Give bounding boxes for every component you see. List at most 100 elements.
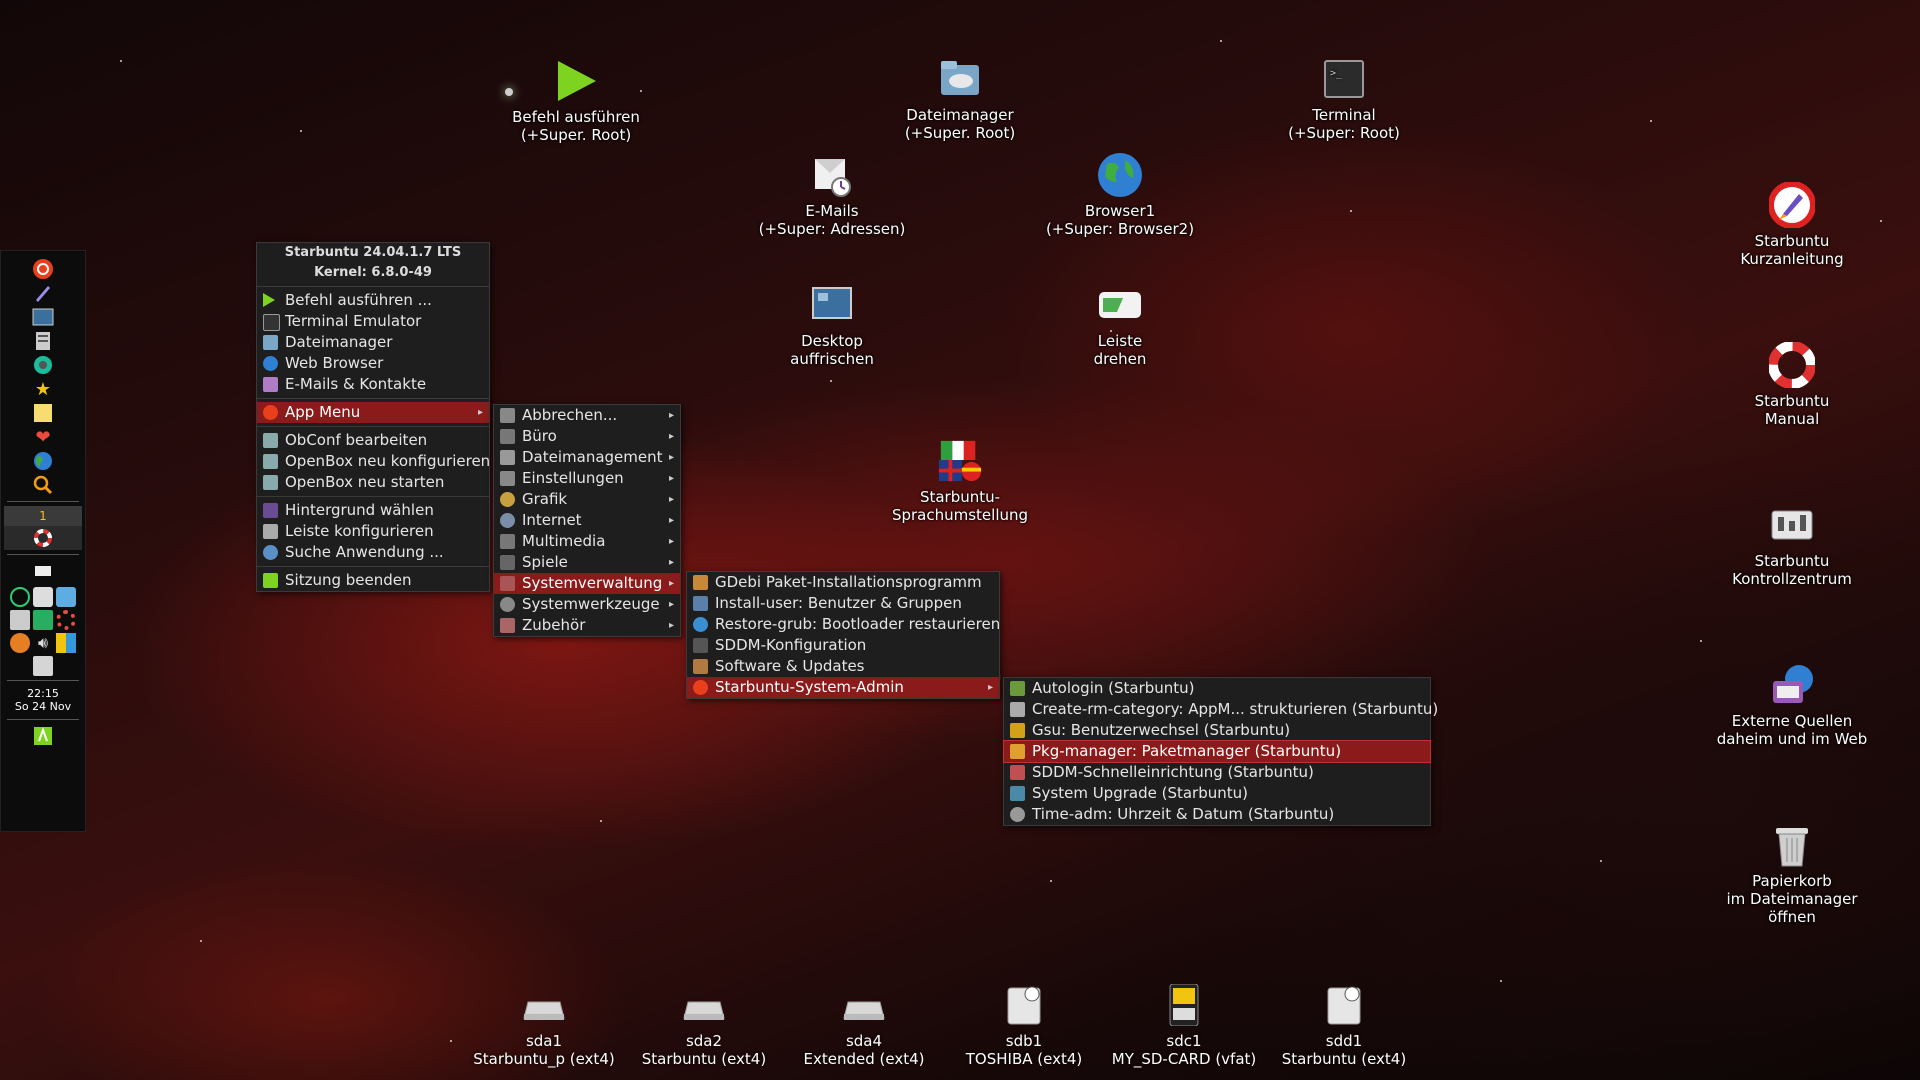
printer-icon[interactable]: [10, 610, 30, 630]
rocket-icon[interactable]: [29, 281, 57, 305]
sysadmin-item-software-updates[interactable]: Software & Updates: [687, 656, 999, 677]
desktop-icon-controlcenter[interactable]: Starbuntu Kontrollzentrum: [1702, 502, 1882, 588]
network-icon[interactable]: [10, 587, 30, 607]
svg-text:>_: >_: [1330, 68, 1343, 79]
desktop-icon-glyph: [809, 282, 855, 328]
apps-grid-icon[interactable]: [56, 633, 76, 653]
drive-icon: [682, 984, 726, 1026]
app-menu-item-accessories[interactable]: Zubehör ▸: [494, 615, 680, 636]
app-menu-icon[interactable]: [29, 257, 57, 281]
lifebuoy-small-icon[interactable]: [56, 610, 76, 630]
starbuntu-admin-item-create-rm-category[interactable]: Create-rm-category: AppM... strukturiere…: [1004, 699, 1438, 720]
app-menu-item-internet[interactable]: Internet ▸: [494, 510, 680, 531]
rocket-icon: [1769, 182, 1815, 228]
drive-sda2[interactable]: sda2 Starbuntu (ext4): [619, 984, 789, 1068]
menu-item-search-app[interactable]: Suche Anwendung ...: [257, 542, 489, 563]
desktop-icon-guide[interactable]: Starbuntu Kurzanleitung: [1702, 182, 1882, 268]
starbuntu-admin-item-pkg-manager[interactable]: Pkg-manager: Paketmanager (Starbuntu): [1003, 740, 1431, 763]
system-tools-icon: [500, 597, 515, 612]
flags-icon: [937, 438, 983, 484]
desktop-icon-terminal[interactable]: >_ Terminal (+Super: Root): [1254, 56, 1434, 142]
drive-sda1[interactable]: sda1 Starbuntu_p (ext4): [459, 984, 629, 1068]
sysadmin-item-sddm-config[interactable]: SDDM-Konfiguration: [687, 635, 999, 656]
panel-icon: [263, 524, 278, 539]
files-icon[interactable]: [33, 656, 53, 676]
desktop-icon-manual[interactable]: Starbuntu Manual: [1702, 342, 1882, 428]
desktop-icon-filemanager[interactable]: Dateimanager (+Super. Root): [870, 56, 1050, 142]
globe-icon[interactable]: [29, 449, 57, 473]
server-icon[interactable]: [29, 329, 57, 353]
starbuntu-admin-item-time-adm[interactable]: Time-adm: Uhrzeit & Datum (Starbuntu): [1004, 804, 1430, 825]
menu-item-wallpaper[interactable]: Hintergrund wählen: [257, 500, 489, 521]
menu-item-obconf[interactable]: ObConf bearbeiten: [257, 430, 489, 451]
volume-icon[interactable]: 🔊︎: [33, 633, 53, 653]
desktop-icon-email[interactable]: E-Mails (+Super: Adressen): [742, 152, 922, 238]
search-icon: [263, 545, 278, 560]
menu-item-browser[interactable]: Web Browser: [257, 353, 489, 374]
users-icon: [693, 596, 708, 611]
app-menu-item-office[interactable]: Büro ▸: [494, 426, 680, 447]
starbuntu-admin-item-gsu[interactable]: Gsu: Benutzerwechsel (Starbuntu): [1004, 720, 1430, 741]
lifebuoy-icon[interactable]: [4, 526, 82, 550]
heart-icon[interactable]: ❤: [29, 425, 57, 449]
starbuntu-admin-item-system-upgrade[interactable]: System Upgrade (Starbuntu): [1004, 783, 1430, 804]
note-icon[interactable]: [29, 401, 57, 425]
restore-icon: [693, 617, 708, 632]
desktop-icon-rotate[interactable]: Leiste drehen: [1030, 282, 1210, 368]
star-icon[interactable]: ★: [29, 377, 57, 401]
clipboard-icon[interactable]: [56, 587, 76, 607]
desktop-icon-browser[interactable]: Browser1 (+Super: Browser2): [1030, 152, 1210, 238]
menu-item-logout[interactable]: Sitzung beenden: [257, 570, 489, 591]
drive-sda4[interactable]: sda4 Extended (ext4): [779, 984, 949, 1068]
package-icon: [693, 575, 708, 590]
menu-item-openbox-restart[interactable]: OpenBox neu starten: [257, 472, 489, 493]
menu-item-email[interactable]: E-Mails & Kontakte: [257, 374, 489, 395]
settings-icon: [263, 475, 278, 490]
app-menu-item-settings[interactable]: Einstellungen ▸: [494, 468, 680, 489]
starbuntu-admin-item-autologin[interactable]: Autologin (Starbuntu): [1004, 678, 1430, 699]
desktop-icon-refresh[interactable]: Desktop auffrischen: [742, 282, 922, 368]
window-list-icon[interactable]: [29, 559, 57, 583]
sysadmin-item-restore-grub[interactable]: Restore-grub: Bootloader restaurieren: [687, 614, 1000, 635]
drive-sdd1[interactable]: sdd1 Starbuntu (ext4): [1259, 984, 1429, 1068]
sysadmin-item-starbuntu-admin[interactable]: Starbuntu-System-Admin ▸: [687, 677, 999, 698]
workspace-indicator[interactable]: 1: [4, 506, 82, 526]
desktop-icon-language[interactable]: Starbuntu- Sprachumstellung: [870, 438, 1050, 524]
sysadmin-item-install-user[interactable]: Install-user: Benutzer & Gruppen: [687, 593, 999, 614]
app-menu-item-file-management[interactable]: Dateimanagement ▸: [494, 447, 680, 468]
menu-item-app-menu[interactable]: App Menu ▸: [257, 402, 489, 423]
camera-icon[interactable]: [29, 353, 57, 377]
left-panel: ★ ❤ 1 🔊︎ 22:15 So 24 Nov: [0, 250, 86, 832]
update-icon[interactable]: [10, 633, 30, 653]
desktop-icon-run[interactable]: Befehl ausführen (+Super. Root): [486, 58, 666, 144]
menu-item-filemanager[interactable]: Dateimanager: [257, 332, 489, 353]
menu-item-openbox-reconfigure[interactable]: OpenBox neu konfigurieren: [257, 451, 490, 472]
starbuntu-admin-item-sddm-quick[interactable]: SDDM-Schnelleinrichtung (Starbuntu): [1004, 762, 1430, 783]
desktop-icon-trash[interactable]: Papierkorb im Dateimanager öffnen: [1702, 822, 1882, 926]
logout-icon[interactable]: [29, 724, 57, 748]
games-icon: [500, 555, 515, 570]
menu-item-run[interactable]: Befehl ausführen ...: [257, 290, 489, 311]
monitor-icon[interactable]: [33, 610, 53, 630]
drive-sdb1[interactable]: sdb1 TOSHIBA (ext4): [939, 984, 1109, 1068]
tools-icon: [500, 576, 515, 591]
clock[interactable]: 22:15 So 24 Nov: [1, 685, 85, 715]
app-menu-item-multimedia[interactable]: Multimedia ▸: [494, 531, 680, 552]
app-menu: Abbrechen... ▸ Büro ▸ Dateimanagement ▸ Ein…: [493, 404, 681, 637]
app-menu-icon: [263, 405, 278, 420]
search-icon[interactable]: [29, 473, 57, 497]
app-menu-item-cancel[interactable]: Abbrechen... ▸: [494, 405, 680, 426]
menu-item-panel-config[interactable]: Leiste konfigurieren: [257, 521, 489, 542]
sysadmin-item-gdebi[interactable]: GDebi Paket-Installationsprogramm: [687, 572, 999, 593]
app-menu-item-graphics[interactable]: Grafik ▸: [494, 489, 680, 510]
panel-separator: [7, 719, 79, 720]
category-icon: [1010, 702, 1025, 717]
app-menu-item-games[interactable]: Spiele ▸: [494, 552, 680, 573]
desktop-icon[interactable]: [29, 305, 57, 329]
menu-item-terminal[interactable]: Terminal Emulator: [257, 311, 489, 332]
app-menu-item-system-admin[interactable]: Systemverwaltung ▸: [494, 573, 680, 594]
desktop-icon-external[interactable]: Externe Quellen daheim und im Web: [1702, 662, 1882, 748]
app-menu-item-system-tools[interactable]: Systemwerkzeuge ▸: [494, 594, 680, 615]
chat-icon[interactable]: [33, 587, 53, 607]
drive-sdc1[interactable]: sdc1 MY_SD-CARD (vfat): [1099, 983, 1269, 1068]
